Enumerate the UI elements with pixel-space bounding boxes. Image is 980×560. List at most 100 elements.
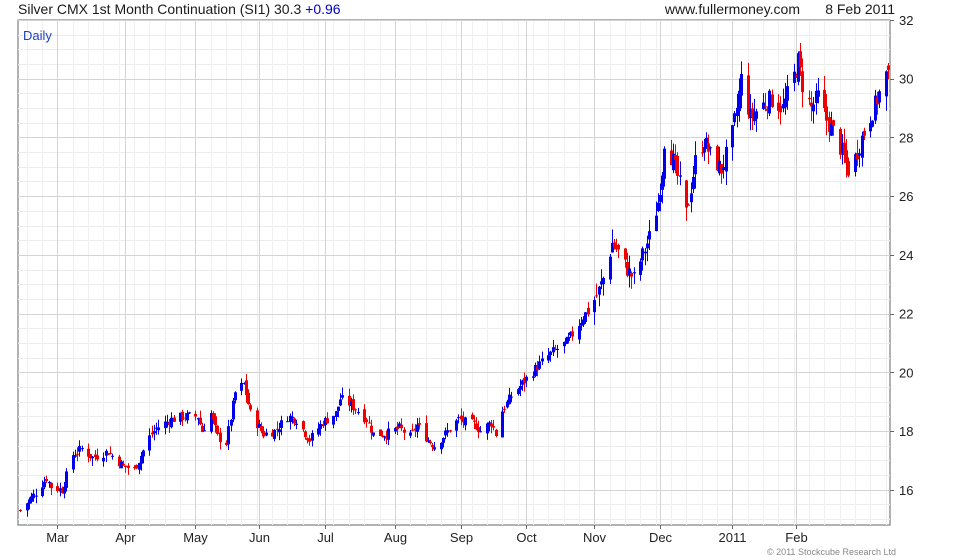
- candle-body: [102, 457, 105, 462]
- candle-body: [425, 423, 428, 442]
- candle-body: [379, 429, 382, 437]
- interval-label: Daily: [23, 28, 52, 43]
- candle-body: [764, 106, 767, 108]
- candle-body: [567, 336, 570, 341]
- candle-body: [431, 445, 434, 448]
- candle-body: [808, 98, 811, 100]
- candle-body: [779, 105, 782, 113]
- candle-body: [541, 358, 544, 362]
- candle-body: [871, 120, 874, 127]
- candle-body: [124, 465, 127, 468]
- candle-body: [240, 382, 243, 391]
- candle-body: [740, 74, 743, 96]
- candle-body: [733, 113, 736, 123]
- candle-body: [657, 202, 660, 212]
- candle-body: [354, 409, 357, 411]
- candle-body: [492, 425, 495, 428]
- candle-body: [786, 86, 789, 101]
- candle-body: [291, 416, 294, 418]
- candle-body: [74, 455, 77, 457]
- candle-body: [157, 427, 160, 431]
- candle-body: [832, 120, 835, 126]
- candle-body: [457, 417, 460, 419]
- candle-body: [823, 89, 826, 109]
- candle-body: [676, 155, 679, 176]
- candle-body: [663, 148, 666, 179]
- candle-body: [801, 71, 804, 93]
- candle-body: [286, 421, 289, 423]
- candle-body: [368, 422, 371, 424]
- candle-body: [845, 150, 848, 163]
- candle-body: [214, 416, 217, 426]
- candle-body: [409, 432, 412, 436]
- candle-body: [525, 376, 528, 381]
- candle-body: [725, 146, 728, 172]
- candle-body: [847, 161, 850, 176]
- candle-body: [341, 395, 344, 398]
- candle-body: [495, 429, 498, 437]
- candle-body: [265, 432, 268, 436]
- candle-body: [302, 421, 305, 430]
- candle-body: [273, 429, 276, 439]
- candle-body: [571, 331, 574, 337]
- candle-body: [188, 412, 191, 414]
- candle-body: [442, 438, 445, 443]
- candle-body: [416, 424, 419, 432]
- candle-body: [278, 429, 281, 433]
- candle-body: [692, 176, 695, 190]
- x-tick-label: Aug: [384, 530, 407, 545]
- candle-body: [19, 509, 22, 511]
- candle-body: [617, 244, 620, 250]
- candle-body: [319, 424, 322, 429]
- y-tick-label: 18: [899, 424, 913, 439]
- y-tick-label: 22: [899, 307, 913, 322]
- candle-body: [427, 440, 430, 442]
- candle-body: [337, 406, 340, 411]
- candle-body: [357, 412, 360, 414]
- x-tick-label: 2011: [719, 530, 747, 545]
- candle-body: [477, 427, 480, 432]
- candle-body: [400, 424, 403, 429]
- candle-body: [72, 455, 75, 470]
- candle-body: [659, 194, 662, 202]
- candle-body: [685, 180, 688, 208]
- candle-body: [41, 487, 44, 496]
- candle-body: [372, 432, 375, 436]
- candle-body: [755, 111, 758, 119]
- candle-body: [63, 486, 66, 494]
- candle-body: [471, 414, 474, 420]
- candle-body: [127, 465, 130, 468]
- candle-body: [473, 420, 476, 422]
- candle-body: [403, 429, 406, 433]
- candle-body: [556, 348, 559, 350]
- candle-body: [449, 430, 452, 432]
- candle-body: [578, 326, 581, 340]
- candle-body: [96, 455, 99, 460]
- candle-body: [199, 417, 202, 425]
- candle-body: [352, 399, 355, 411]
- x-tick-label: Nov: [583, 530, 607, 545]
- candle-body: [885, 71, 888, 97]
- candle-body: [230, 420, 233, 426]
- candle-body: [35, 495, 38, 497]
- candle-body: [595, 295, 598, 297]
- candle-body: [142, 450, 145, 457]
- candle-body: [455, 420, 458, 431]
- candle-body: [304, 431, 307, 438]
- candle-body: [731, 125, 734, 148]
- candle-body: [56, 486, 59, 491]
- y-tick-label: 30: [899, 72, 913, 87]
- candle-body: [203, 430, 206, 432]
- candle-body: [433, 447, 436, 450]
- candle-body: [293, 418, 296, 424]
- candle-body: [50, 482, 53, 489]
- y-tick-label: 32: [899, 13, 913, 28]
- candle-body: [799, 51, 802, 68]
- candle-body: [289, 415, 292, 422]
- candle-body: [633, 272, 636, 274]
- candle-body: [308, 438, 311, 442]
- candle-body: [630, 272, 633, 277]
- x-tick-label: Feb: [785, 530, 807, 545]
- x-tick-label: Oct: [516, 530, 537, 545]
- candle-body: [722, 166, 725, 171]
